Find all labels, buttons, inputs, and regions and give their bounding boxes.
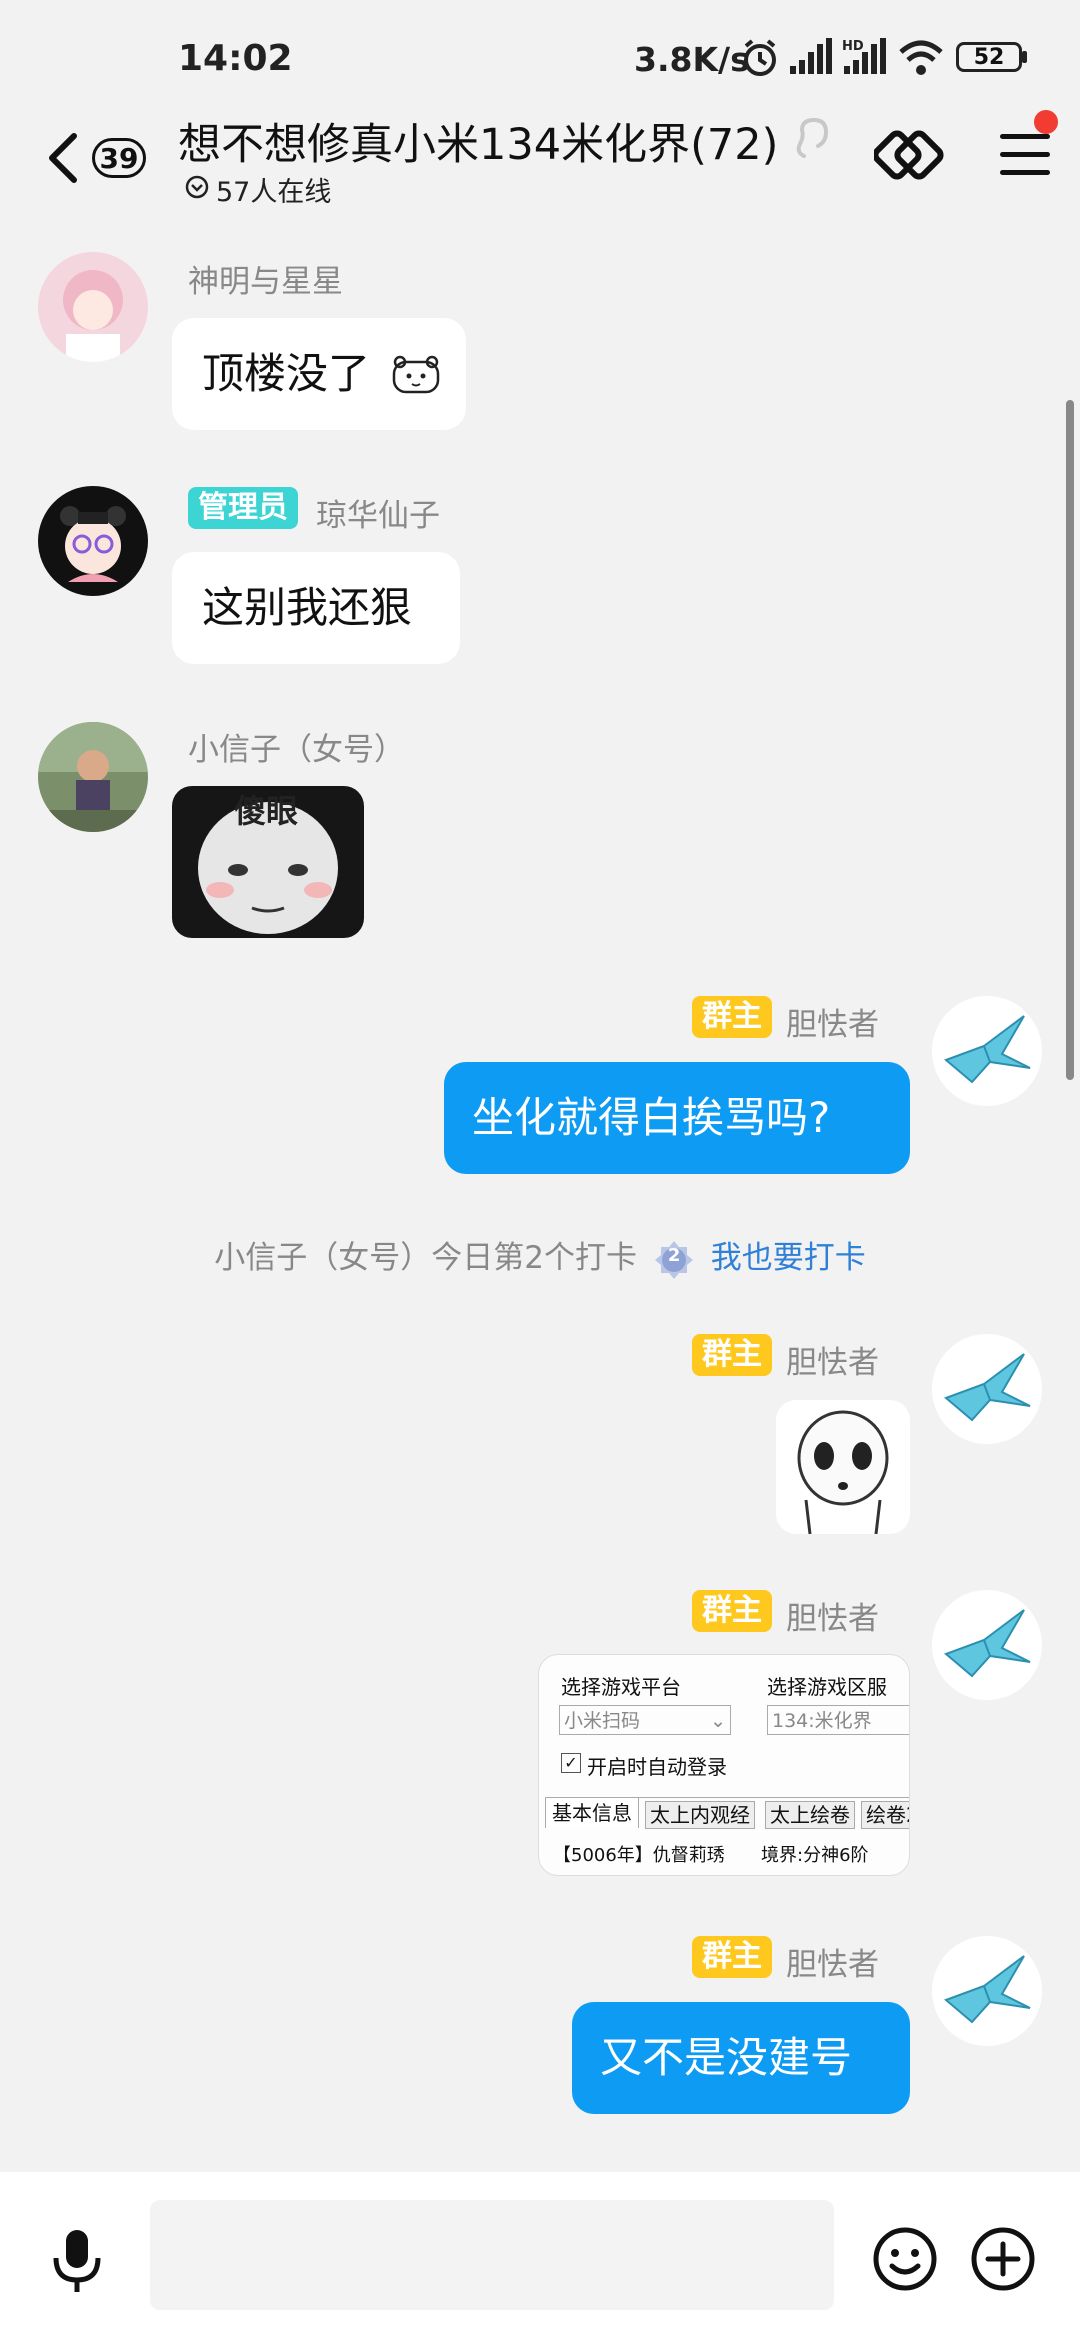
checkin-link[interactable]: 我也要打卡 [711,1240,866,1276]
alarm-icon [744,39,776,76]
status-time: 14:02 [178,38,293,79]
avatar[interactable] [932,1334,1042,1444]
avatar[interactable] [38,486,148,596]
hd-signal-icon: HD [842,38,886,74]
notification-dot [1034,110,1058,134]
tab-inner: 太上内观经 [645,1801,755,1829]
sender-name: 胆怯者 [786,1007,879,1043]
paper-crane-icon [944,1955,1031,2024]
paper-crane-icon [944,1609,1031,1678]
sender-name: 小信子（女号） [188,732,405,768]
server-value: 134:米化界 [772,1710,872,1732]
avatar[interactable] [38,722,148,832]
platform-select: 小米扫码 ⌄ [559,1705,731,1735]
share-link-icon[interactable] [874,122,946,188]
bear-emoji-icon [392,355,440,394]
sticker-image[interactable]: 傻眼 [172,786,364,938]
microphone-icon[interactable] [48,2226,108,2296]
message-text: 又不是没建号 [600,2033,853,2082]
owner-badge: 群主 [692,1590,772,1632]
info-right: 境界:分神6阶 [761,1845,869,1866]
sender-name: 胆怯者 [786,1947,879,1983]
checkin-notice: 小信子（女号）今日第2个打卡 2 我也要打卡 [0,1232,1080,1281]
online-count: 57人在线 [216,177,332,208]
menu-button[interactable] [1000,128,1050,182]
screenshot-image[interactable]: 选择游戏平台 选择游戏区服 小米扫码 ⌄ 134:米化界 ✓ 开启时自动登录 基… [538,1654,910,1876]
unread-count-badge[interactable]: 39 [92,138,146,178]
info-left: 【5006年】仇督莉琇 [553,1845,725,1866]
tab-scroll-2: 绘卷2 [861,1801,909,1829]
auto-login-label: 开启时自动登录 [587,1755,727,1779]
signal-icon [790,38,832,74]
server-label: 选择游戏区服 [767,1675,887,1699]
owner-badge: 群主 [692,996,772,1038]
ear-icon[interactable] [792,116,832,162]
message-bubble[interactable]: 顶楼没了 [172,318,466,430]
sender-name: 胆怯者 [786,1601,879,1637]
battery-tip [1022,51,1027,63]
checkin-medal-icon: 2 [653,1239,695,1281]
sender-name: 琼华仙子 [316,498,440,534]
scrollbar[interactable] [1066,400,1074,1080]
avatar[interactable] [932,996,1042,1106]
checkbox-icon: ✓ [561,1753,581,1773]
platform-value: 小米扫码 [564,1710,641,1732]
message-text: 坐化就得白挨骂吗? [472,1093,831,1142]
message-bubble[interactable]: 又不是没建号 [572,2002,910,2114]
server-select: 134:米化界 [767,1705,909,1735]
avatar[interactable] [932,1590,1042,1700]
message-bubble[interactable]: 这别我还狠 [172,552,460,664]
back-button[interactable] [40,128,90,188]
message-text: 这别我还狠 [202,583,413,632]
paper-crane-icon [944,1015,1031,1084]
owner-badge: 群主 [692,1334,772,1376]
group-title[interactable]: 想不想修真小米134米化界(72) [178,110,778,172]
unread-count: 39 [99,141,139,175]
platform-label: 选择游戏平台 [561,1675,681,1699]
message-text: 顶楼没了 [202,349,371,398]
emoji-icon[interactable] [872,2226,938,2292]
svg-text:HD: HD [842,39,864,54]
tab-basic-info: 基本信息 [545,1797,639,1828]
avatar[interactable] [38,252,148,362]
battery-icon: 52 [956,42,1022,72]
select-arrow-icon: ⌄ [710,1710,726,1732]
online-status-icon [185,175,209,199]
message-bubble[interactable]: 坐化就得白挨骂吗? [444,1062,910,1174]
add-icon[interactable] [970,2226,1036,2292]
wifi-icon [899,40,943,75]
sender-name: 神明与星星 [188,264,343,300]
message-input[interactable] [150,2200,834,2310]
paper-crane-icon [944,1353,1031,1422]
battery-level: 52 [973,44,1005,70]
tab-scroll: 太上绘卷 [765,1801,855,1829]
checkin-text: 小信子（女号）今日第2个打卡 [214,1240,637,1276]
owner-badge: 群主 [692,1936,772,1978]
sender-name: 胆怯者 [786,1345,879,1381]
admin-badge: 管理员 [188,487,298,529]
checkin-medal-number: 2 [667,1244,681,1266]
sticker-image[interactable] [776,1400,910,1534]
network-speed: 3.8K/s [634,40,750,79]
avatar[interactable] [932,1936,1042,2046]
sticker-caption: 傻眼 [234,792,299,830]
